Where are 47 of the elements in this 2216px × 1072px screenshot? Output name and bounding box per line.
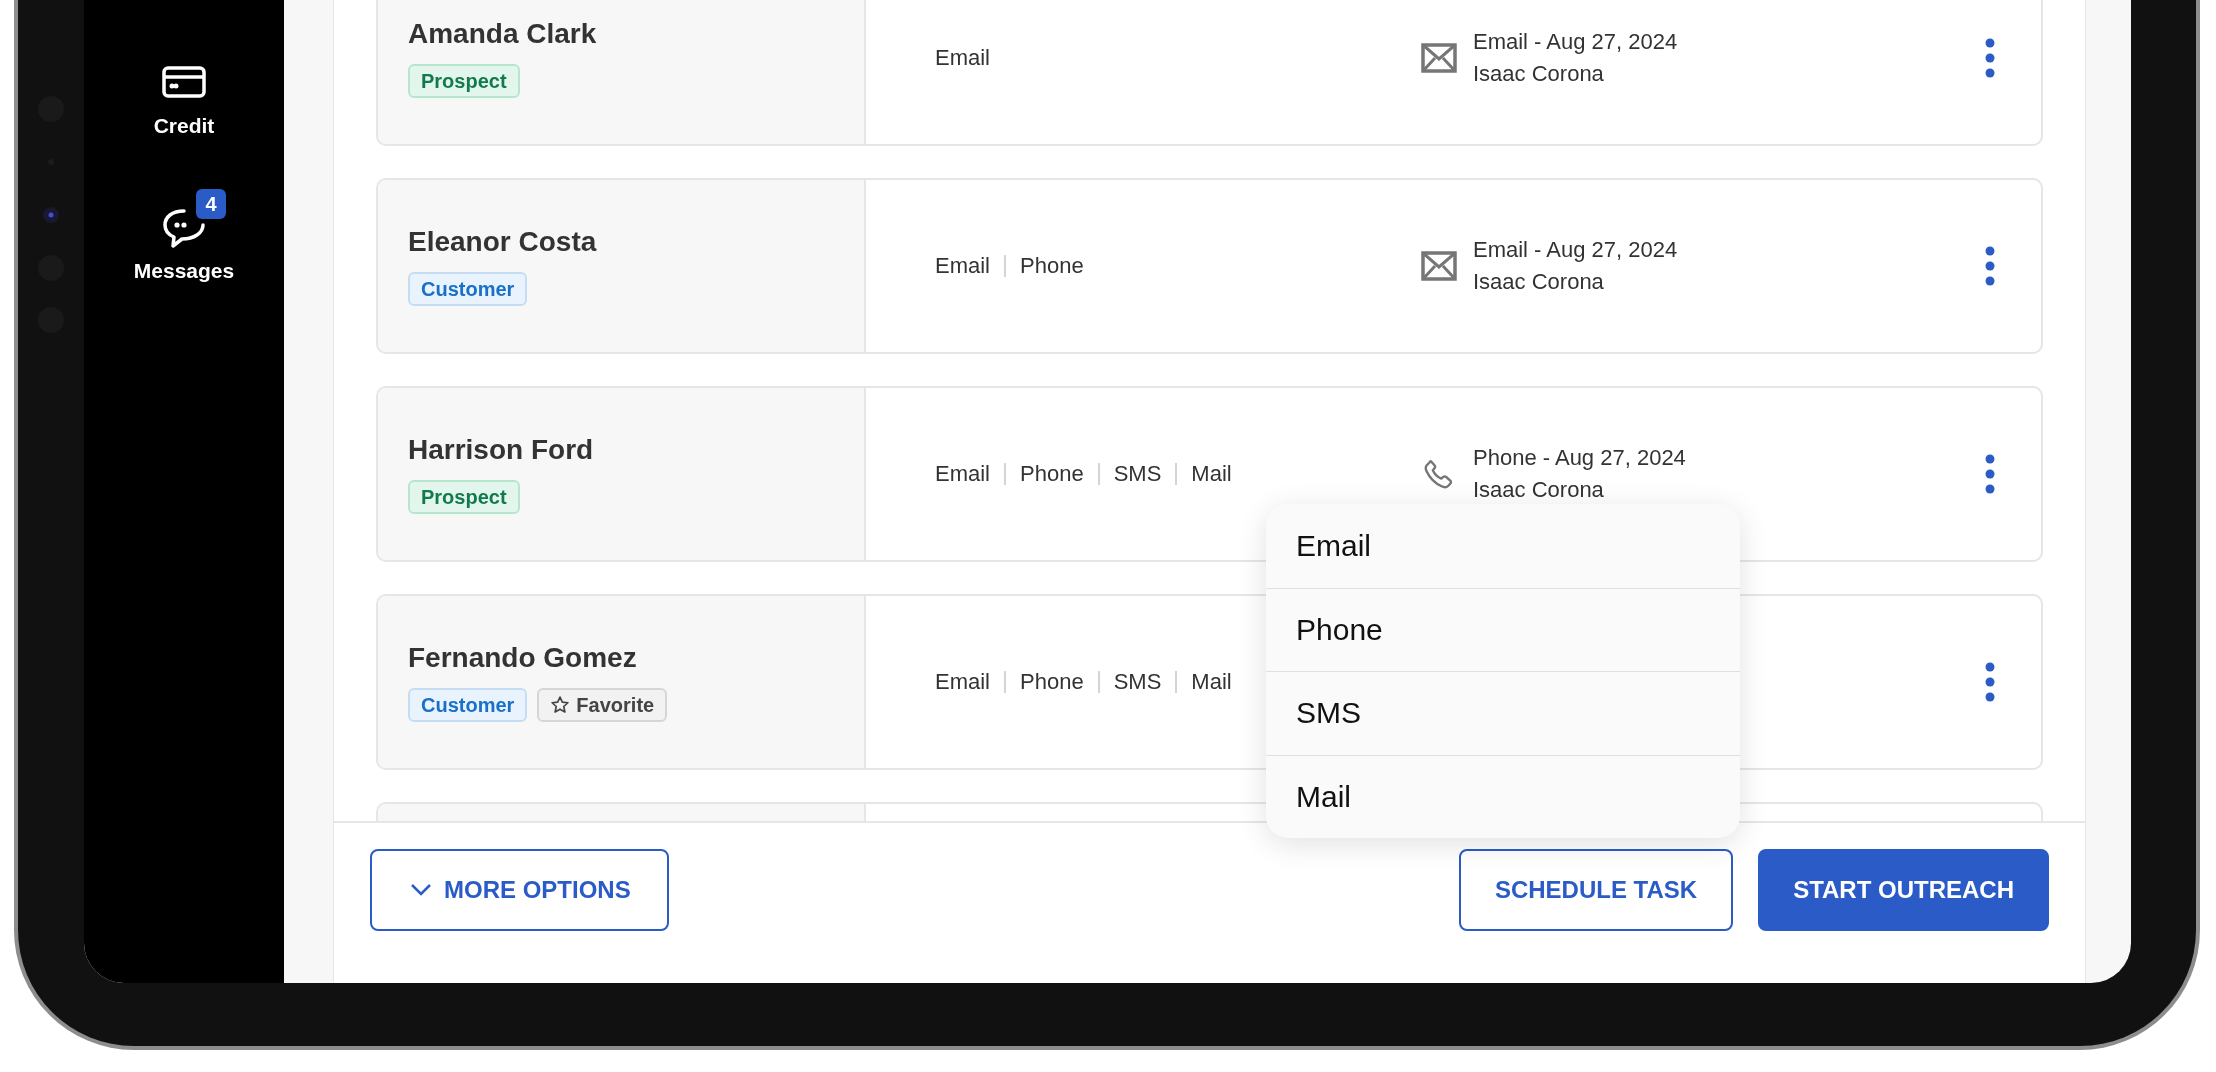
more-menu-icon[interactable] xyxy=(1984,245,1996,287)
sidebar-label: Credit xyxy=(153,114,215,138)
star-icon xyxy=(550,695,571,715)
channel-label: SMS xyxy=(1113,461,1162,487)
sidebar-item[interactable]: Credit xyxy=(149,42,219,138)
sidebar-item[interactable]: 4 Messages xyxy=(129,187,239,283)
last-contact-date: Phone - Aug 27, 2024 xyxy=(1473,444,1686,472)
channel-label: Email xyxy=(935,461,990,487)
menu-item[interactable]: Mail xyxy=(1266,754,1740,838)
status-tag: Customer xyxy=(408,272,528,306)
action-button[interactable]: START OUTREACH xyxy=(1758,849,2049,931)
envelope-icon xyxy=(1421,43,1457,73)
more-menu-icon[interactable] xyxy=(1984,661,1996,703)
last-contact-date: Email - Aug 27, 2024 xyxy=(1473,28,1678,56)
contact-name: Eleanor Costa xyxy=(408,226,598,258)
last-contact-agent: Isaac Corona xyxy=(1473,268,1605,296)
more-menu-icon[interactable] xyxy=(1984,453,1996,495)
chevron-down-icon xyxy=(410,883,432,897)
status-tag: Prospect xyxy=(408,480,520,514)
channel-label: Phone xyxy=(1020,253,1084,279)
last-contact-date: Email - Aug 27, 2024 xyxy=(1473,236,1678,264)
channel-label: Email xyxy=(935,45,990,71)
last-contact-agent: Isaac Corona xyxy=(1473,476,1605,504)
credit-card-icon xyxy=(162,66,206,98)
menu-item[interactable]: Email xyxy=(1266,504,1740,588)
channel-label: SMS xyxy=(1113,669,1162,695)
status-tag: Favorite xyxy=(537,688,668,722)
menu-item[interactable]: SMS xyxy=(1266,671,1740,755)
menu-item[interactable]: Phone xyxy=(1266,587,1740,671)
unread-count-badge: 4 xyxy=(196,189,226,219)
channel-label: Mail xyxy=(1191,461,1232,487)
contact-name: Amanda Clark xyxy=(408,18,598,50)
channel-label: Email xyxy=(935,253,990,279)
status-tag: Customer xyxy=(408,688,528,722)
channel-label: Phone xyxy=(1020,669,1084,695)
envelope-icon xyxy=(1421,251,1457,281)
action-button[interactable]: SCHEDULE TASK xyxy=(1458,849,1734,931)
channel-label: Phone xyxy=(1020,461,1084,487)
channel-label: Mail xyxy=(1191,669,1232,695)
last-contact-agent: Isaac Corona xyxy=(1473,60,1605,88)
sidebar-label: Messages xyxy=(133,259,235,283)
more-menu-icon[interactable] xyxy=(1984,37,1996,79)
contact-name: Fernando Gomez xyxy=(408,642,638,674)
action-button[interactable]: MORE OPTIONS xyxy=(370,849,669,931)
contact-name: Harrison Ford xyxy=(408,434,595,466)
channel-label: Email xyxy=(935,669,990,695)
status-tag: Prospect xyxy=(408,64,520,98)
